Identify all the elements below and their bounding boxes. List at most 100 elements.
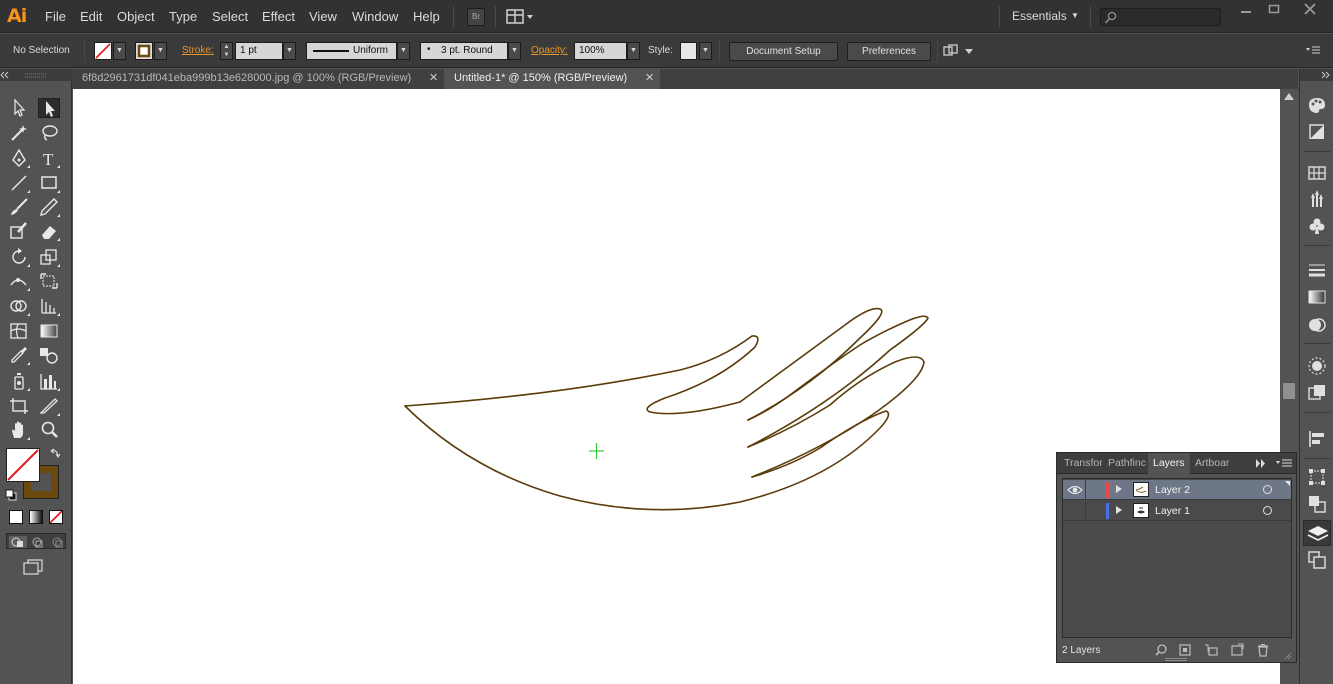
- panel-grip[interactable]: [1165, 658, 1187, 661]
- symbols-panel-button[interactable]: [1307, 216, 1327, 236]
- align-panel-button[interactable]: [1307, 429, 1327, 449]
- hand-tool[interactable]: [8, 420, 30, 440]
- menu-object[interactable]: Object: [117, 9, 155, 24]
- menu-file[interactable]: File: [45, 9, 66, 24]
- color-guide-panel-button[interactable]: [1307, 122, 1327, 142]
- brush-definition[interactable]: • 3 pt. Round: [420, 42, 508, 60]
- close-window-button[interactable]: [1301, 3, 1319, 17]
- color-panel-button[interactable]: [1307, 95, 1327, 115]
- stroke-panel-button[interactable]: [1307, 260, 1327, 280]
- close-tab-icon[interactable]: ✕: [429, 69, 438, 88]
- layer-name[interactable]: Layer 1: [1155, 505, 1190, 517]
- mesh-tool[interactable]: [8, 321, 30, 341]
- swap-fill-stroke-button[interactable]: [49, 447, 61, 459]
- graphic-styles-panel-button[interactable]: [1307, 383, 1327, 403]
- zoom-tool[interactable]: [38, 420, 60, 440]
- pencil-tool[interactable]: [38, 197, 60, 217]
- locate-object-button[interactable]: [1154, 643, 1168, 657]
- layer-row-layer-2[interactable]: Layer 2: [1063, 480, 1291, 500]
- tab-artboards[interactable]: Artboar: [1195, 453, 1233, 474]
- expand-triangle-icon[interactable]: [1116, 506, 1122, 514]
- delete-layer-button[interactable]: [1256, 643, 1270, 657]
- scroll-up-arrow-icon[interactable]: [1284, 93, 1294, 100]
- rotate-tool[interactable]: [8, 247, 30, 267]
- stroke-weight-stepper[interactable]: ▲ ▼: [220, 42, 233, 60]
- minimize-button[interactable]: [1237, 3, 1255, 17]
- blob-brush-tool[interactable]: [8, 221, 30, 241]
- lasso-tool[interactable]: [38, 123, 60, 143]
- workspace-switcher[interactable]: Essentials: [1012, 9, 1067, 23]
- arrange-documents-button[interactable]: [506, 9, 534, 25]
- blend-tool[interactable]: [38, 345, 60, 365]
- free-transform-tool[interactable]: [38, 271, 60, 291]
- change-screen-mode-button[interactable]: [22, 558, 44, 576]
- help-search-input[interactable]: [1100, 8, 1221, 26]
- stroke-dropdown[interactable]: ▼: [154, 42, 167, 60]
- menu-help[interactable]: Help: [413, 9, 440, 24]
- menu-edit[interactable]: Edit: [80, 9, 102, 24]
- profile-dropdown[interactable]: ▼: [397, 42, 410, 60]
- eyedropper-tool[interactable]: [8, 345, 30, 365]
- preferences-button[interactable]: Preferences: [847, 42, 931, 61]
- create-new-layer-button[interactable]: [1230, 643, 1244, 657]
- fill-color-box-front[interactable]: [6, 448, 40, 482]
- symbol-sprayer-tool[interactable]: [8, 371, 30, 391]
- menu-window[interactable]: Window: [352, 9, 398, 24]
- tab-untitled-1[interactable]: Untitled-1* @ 150% (RGB/Preview): [444, 69, 660, 89]
- gradient-tool[interactable]: [38, 321, 60, 341]
- opacity-label[interactable]: Opacity:: [531, 45, 568, 56]
- gradient-mode-button[interactable]: [29, 510, 43, 524]
- color-mode-button[interactable]: [9, 510, 23, 524]
- pen-tool[interactable]: [8, 148, 30, 168]
- eraser-tool[interactable]: [38, 221, 60, 241]
- tab-transform[interactable]: Transfor: [1064, 453, 1102, 474]
- fill-swatch[interactable]: [94, 42, 112, 60]
- tools-panel-header[interactable]: [0, 69, 72, 81]
- menu-effect[interactable]: Effect: [262, 9, 295, 24]
- swatches-panel-button[interactable]: [1307, 163, 1327, 183]
- style-dropdown[interactable]: ▼: [699, 42, 712, 60]
- slice-tool[interactable]: [38, 396, 60, 416]
- menu-view[interactable]: View: [309, 9, 337, 24]
- rectangle-tool[interactable]: [38, 173, 60, 193]
- paintbrush-tool[interactable]: [8, 197, 30, 217]
- layer-row-layer-1[interactable]: Layer 1: [1063, 501, 1291, 521]
- stroke-weight-field[interactable]: 1 pt: [235, 42, 283, 60]
- make-clipping-mask-button[interactable]: [1178, 643, 1192, 657]
- brush-dropdown[interactable]: ▼: [508, 42, 521, 60]
- shape-builder-tool[interactable]: [8, 296, 30, 316]
- scroll-thumb[interactable]: [1283, 383, 1295, 399]
- selection-tool[interactable]: [8, 98, 30, 118]
- stroke-label[interactable]: Stroke:: [182, 45, 214, 56]
- transparency-panel-button[interactable]: [1307, 315, 1327, 335]
- opacity-field[interactable]: 100%: [574, 42, 627, 60]
- target-circle-icon[interactable]: [1263, 485, 1272, 494]
- tab-pathfinder[interactable]: Pathfinc: [1108, 453, 1148, 474]
- layers-panel-button[interactable]: [1303, 520, 1331, 546]
- expand-panel-button[interactable]: [1255, 458, 1267, 469]
- create-sublayer-button[interactable]: [1204, 643, 1218, 657]
- artboard-tool[interactable]: [8, 396, 30, 416]
- opacity-dropdown[interactable]: ▼: [627, 42, 640, 60]
- visibility-eye-icon[interactable]: [1066, 481, 1084, 499]
- brushes-panel-button[interactable]: [1307, 189, 1327, 209]
- stroke-weight-dropdown[interactable]: ▼: [283, 42, 296, 60]
- magic-wand-tool[interactable]: [8, 123, 30, 143]
- variable-width-profile[interactable]: Uniform: [306, 42, 397, 60]
- chevron-down-icon[interactable]: ▼: [1071, 11, 1079, 20]
- bridge-button[interactable]: Br: [467, 8, 485, 26]
- resize-grip-icon[interactable]: [1284, 649, 1292, 660]
- type-tool[interactable]: T: [38, 148, 60, 169]
- column-graph-tool[interactable]: [38, 371, 60, 391]
- artboards-panel-button[interactable]: [1307, 550, 1327, 570]
- expand-triangle-icon[interactable]: [1116, 485, 1122, 493]
- maximize-button[interactable]: [1265, 3, 1283, 17]
- default-fill-stroke-button[interactable]: [5, 489, 17, 501]
- tab-layers[interactable]: Layers: [1148, 453, 1190, 474]
- transform-panel-button[interactable]: [1307, 467, 1327, 487]
- layer-name[interactable]: Layer 2: [1155, 484, 1190, 496]
- pathfinder-panel-button[interactable]: [1307, 494, 1327, 514]
- scale-tool[interactable]: [38, 247, 60, 267]
- gradient-panel-button[interactable]: [1307, 287, 1327, 307]
- perspective-grid-tool[interactable]: [38, 296, 60, 316]
